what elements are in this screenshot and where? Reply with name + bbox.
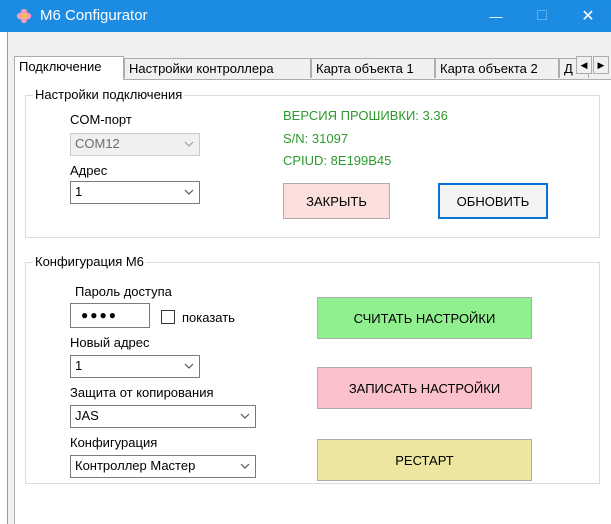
refresh-button[interactable]: ОБНОВИТЬ <box>438 183 548 219</box>
tab-scroll-right-button[interactable]: ▶ <box>593 56 609 74</box>
chevron-down-icon <box>184 141 194 147</box>
cpiud: CPIUD: 8E199B45 <box>283 153 392 168</box>
minimize-button[interactable]: — <box>473 0 519 32</box>
new-address-label: Новый адрес <box>70 335 150 350</box>
copy-protection-label: Защита от копирования <box>70 385 214 400</box>
chevron-down-icon <box>184 189 194 195</box>
maximize-button[interactable]: □ <box>519 0 565 32</box>
password-input[interactable]: ●●●● <box>70 303 150 328</box>
chevron-down-icon <box>184 363 194 369</box>
tab-connection[interactable]: Подключение <box>14 56 124 80</box>
show-password-label: показать <box>182 310 235 325</box>
minimize-icon: — <box>489 8 503 24</box>
close-icon: ✕ <box>581 8 595 25</box>
new-address-value: 1 <box>75 358 83 373</box>
write-settings-button[interactable]: ЗАПИСАТЬ НАСТРОЙКИ <box>317 367 532 409</box>
password-label: Пароль доступа <box>75 284 172 299</box>
read-settings-button[interactable]: СЧИТАТЬ НАСТРОЙКИ <box>317 297 532 339</box>
com-port-value: COM12 <box>75 136 120 151</box>
connection-group-title: Настройки подключения <box>33 87 185 102</box>
com-port-select[interactable]: COM12 <box>70 133 200 156</box>
copy-protection-value: JAS <box>75 408 99 423</box>
serial-number: S/N: 31097 <box>283 131 349 146</box>
address-label: Адрес <box>70 163 108 178</box>
configuration-label: Конфигурация <box>70 435 158 450</box>
show-password-checkbox[interactable] <box>161 310 175 324</box>
tab-controller-settings[interactable]: Настройки контроллера <box>124 58 311 78</box>
tab-strip: Подключение Настройки контроллера Карта … <box>14 56 611 80</box>
configuration-select[interactable]: Контроллер Мастер <box>70 455 256 478</box>
flower-icon <box>16 8 32 24</box>
address-select[interactable]: 1 <box>70 181 200 204</box>
tab-object-map-1[interactable]: Карта объекта 1 <box>311 58 435 78</box>
tab-scroll-left-button[interactable]: ◀ <box>576 56 592 74</box>
chevron-down-icon <box>240 463 250 469</box>
chevron-down-icon <box>240 413 250 419</box>
configuration-value: Контроллер Мастер <box>75 458 196 473</box>
address-value: 1 <box>75 184 83 199</box>
title-bar[interactable]: M6 Configurator — □ ✕ <box>0 0 611 32</box>
maximize-icon: □ <box>537 7 547 24</box>
close-connection-button[interactable]: ЗАКРЫТЬ <box>283 183 390 219</box>
firmware-version: ВЕРСИЯ ПРОШИВКИ: 3.36 <box>283 108 448 123</box>
new-address-select[interactable]: 1 <box>70 355 200 378</box>
arrow-left-icon: ◀ <box>580 59 588 70</box>
configuration-group-title: Конфигурация М6 <box>33 254 146 269</box>
copy-protection-select[interactable]: JAS <box>70 405 256 428</box>
restart-button[interactable]: РЕСТАРТ <box>317 439 532 481</box>
window-title: M6 Configurator <box>40 7 148 24</box>
com-port-label: COM-порт <box>70 112 132 127</box>
tab-object-map-2[interactable]: Карта объекта 2 <box>435 58 559 78</box>
arrow-right-icon: ▶ <box>597 59 605 70</box>
close-window-button[interactable]: ✕ <box>565 0 611 32</box>
